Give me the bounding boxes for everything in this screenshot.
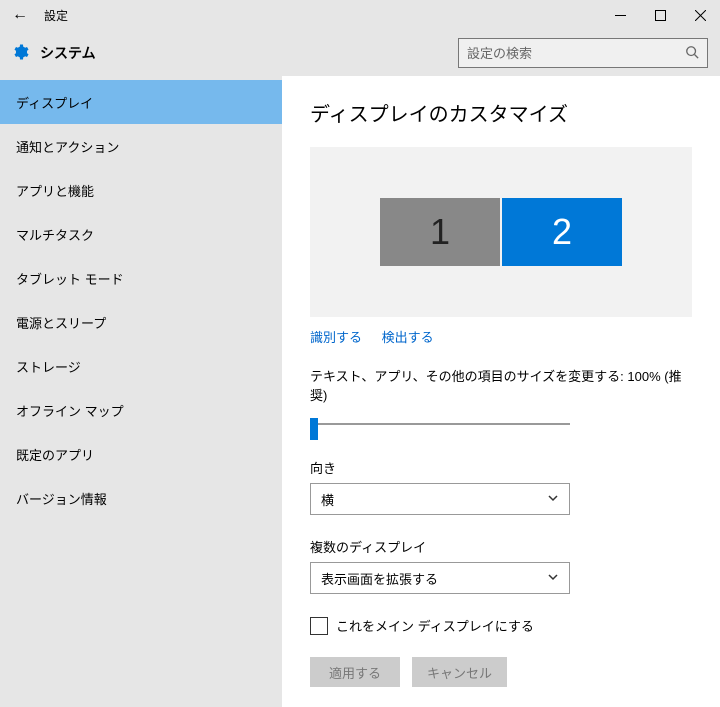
sidebar-item-label: オフライン マップ <box>16 401 124 420</box>
sidebar-item-label: 通知とアクション <box>16 137 119 156</box>
sidebar-item-about[interactable]: バージョン情報 <box>0 476 282 520</box>
sidebar-item-maps[interactable]: オフライン マップ <box>0 388 282 432</box>
monitor-1[interactable]: 1 <box>380 198 500 266</box>
sidebar-item-notifications[interactable]: 通知とアクション <box>0 124 282 168</box>
search-input[interactable] <box>467 46 685 61</box>
sidebar-item-multitask[interactable]: マルチタスク <box>0 212 282 256</box>
sidebar-item-label: アプリと機能 <box>16 181 94 200</box>
sidebar-item-apps[interactable]: アプリと機能 <box>0 168 282 212</box>
back-arrow-icon: ← <box>12 6 28 23</box>
section-title: システム <box>40 43 96 63</box>
page-title: ディスプレイのカスタマイズ <box>310 98 692 127</box>
apply-button[interactable]: 適用する <box>310 657 400 687</box>
minimize-icon <box>615 10 626 21</box>
orientation-value: 横 <box>321 490 334 509</box>
search-icon <box>685 45 699 62</box>
orientation-select[interactable]: 横 <box>310 483 570 515</box>
monitor-2[interactable]: 2 <box>502 198 622 266</box>
scale-slider[interactable] <box>310 412 570 436</box>
scale-label: テキスト、アプリ、その他の項目のサイズを変更する: 100% (推奨) <box>310 366 692 404</box>
sidebar-item-label: ディスプレイ <box>16 93 93 112</box>
monitor-arrangement[interactable]: 1 2 <box>310 147 692 317</box>
sidebar-item-defaults[interactable]: 既定のアプリ <box>0 432 282 476</box>
main-display-checkbox[interactable] <box>310 617 328 635</box>
sidebar-item-label: ストレージ <box>16 357 81 376</box>
slider-track <box>310 423 570 425</box>
chevron-down-icon <box>547 492 559 507</box>
maximize-icon <box>655 10 666 21</box>
cancel-button[interactable]: キャンセル <box>412 657 507 687</box>
sidebar-item-power[interactable]: 電源とスリープ <box>0 300 282 344</box>
minimize-button[interactable] <box>600 0 640 30</box>
sidebar-item-label: バージョン情報 <box>16 489 107 508</box>
multi-display-value: 表示画面を拡張する <box>321 569 438 588</box>
detect-link[interactable]: 検出する <box>382 330 434 345</box>
main-pane: ディスプレイのカスタマイズ 1 2 識別する 検出する テキスト、アプリ、その他… <box>282 76 720 707</box>
search-box[interactable] <box>458 38 708 68</box>
sidebar-item-storage[interactable]: ストレージ <box>0 344 282 388</box>
maximize-button[interactable] <box>640 0 680 30</box>
close-button[interactable] <box>680 0 720 30</box>
sidebar-item-label: 既定のアプリ <box>16 445 94 464</box>
sidebar-item-display[interactable]: ディスプレイ <box>0 80 282 124</box>
slider-thumb[interactable] <box>310 418 318 440</box>
chevron-down-icon <box>547 571 559 586</box>
sidebar-item-label: 電源とスリープ <box>16 313 106 332</box>
sidebar-item-label: タブレット モード <box>16 269 124 288</box>
gear-icon <box>0 43 40 64</box>
sidebar-item-tablet[interactable]: タブレット モード <box>0 256 282 300</box>
sidebar: ディスプレイ 通知とアクション アプリと機能 マルチタスク タブレット モード … <box>0 76 282 707</box>
back-button[interactable]: ← <box>0 6 40 24</box>
window-title: 設定 <box>40 7 68 24</box>
identify-link[interactable]: 識別する <box>310 330 362 345</box>
close-icon <box>695 10 706 21</box>
main-display-checkbox-label: これをメイン ディスプレイにする <box>336 616 534 635</box>
multi-display-select[interactable]: 表示画面を拡張する <box>310 562 570 594</box>
header-row: システム <box>0 30 720 76</box>
multi-display-label: 複数のディスプレイ <box>310 537 692 556</box>
titlebar: ← 設定 <box>0 0 720 30</box>
orientation-label: 向き <box>310 458 692 477</box>
sidebar-item-label: マルチタスク <box>16 225 94 244</box>
